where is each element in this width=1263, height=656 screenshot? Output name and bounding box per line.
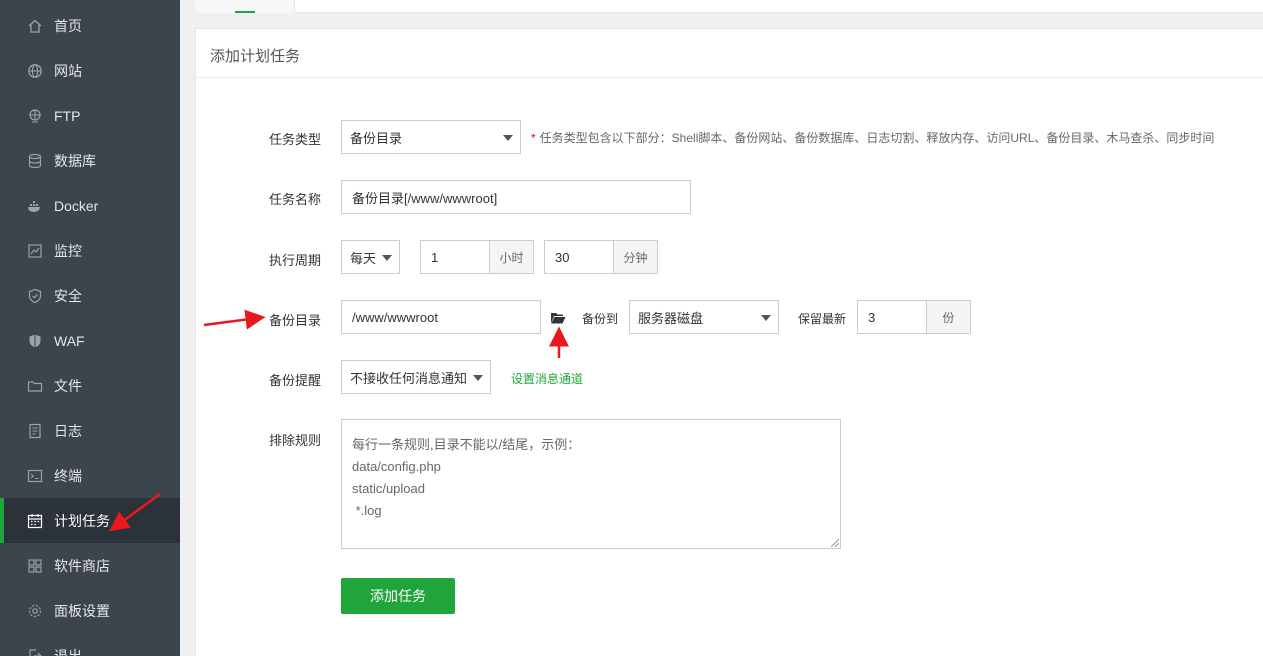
globe-icon — [26, 62, 44, 80]
sidebar-item-label: 安全 — [54, 287, 82, 304]
sidebar-item-monitor[interactable]: 监控 — [0, 228, 180, 273]
shield-icon — [26, 287, 44, 305]
grid-icon — [26, 557, 44, 575]
task-type-label: 任务类型 — [269, 132, 322, 147]
backup-dir-value: /www/wwwroot — [352, 309, 438, 325]
notify-value: 不接收任何消息通知 — [350, 370, 468, 386]
sidebar-item-files[interactable]: 文件 — [0, 363, 180, 408]
chevron-down-icon — [503, 135, 513, 141]
sidebar-item-store[interactable]: 软件商店 — [0, 543, 180, 588]
sidebar-item-ftp[interactable]: FTP — [0, 93, 180, 138]
required-mark: * — [531, 131, 536, 145]
exclude-label: 排除规则 — [269, 433, 322, 448]
sidebar-item-label: 软件商店 — [54, 557, 110, 574]
ftp-icon — [26, 107, 44, 125]
monitor-icon — [26, 242, 44, 260]
task-type-hint-text: 任务类型包含以下部分：Shell脚本、备份网站、备份数据库、日志切割、释放内存、… — [539, 131, 1215, 145]
task-name-value: 备份目录[/www/wwwroot] — [352, 190, 498, 206]
chevron-down-icon — [473, 375, 483, 381]
hour-input[interactable]: 1 — [420, 240, 490, 274]
sidebar-item-home[interactable]: 首页 — [0, 3, 180, 48]
sidebar-item-label: FTP — [54, 107, 81, 124]
hour-value: 1 — [431, 249, 439, 265]
task-name-input[interactable]: 备份目录[/www/wwwroot] — [341, 180, 691, 214]
backup-dir-label: 备份目录 — [269, 313, 322, 328]
sidebar-item-website[interactable]: 网站 — [0, 48, 180, 93]
top-tab[interactable] — [195, 0, 295, 13]
logout-icon — [26, 647, 44, 656]
backup-to-value: 服务器磁盘 — [638, 310, 704, 326]
keep-latest-label: 保留最新 — [798, 312, 847, 326]
sidebar-item-waf[interactable]: WAF — [0, 318, 180, 363]
sidebar-item-cron[interactable]: 计划任务 — [0, 498, 180, 543]
sidebar-item-label: 面板设置 — [54, 602, 110, 619]
task-type-value: 备份目录 — [350, 130, 403, 146]
sidebar-item-terminal[interactable]: 终端 — [0, 453, 180, 498]
sidebar-item-label: 网站 — [54, 62, 82, 79]
docker-icon — [26, 197, 44, 215]
cycle-period-value: 每天 — [350, 250, 377, 266]
backup-to-select[interactable]: 服务器磁盘 — [629, 300, 779, 334]
sidebar-item-label: 日志 — [54, 422, 82, 439]
log-icon — [26, 422, 44, 440]
gear-icon — [26, 602, 44, 620]
sidebar-item-logs[interactable]: 日志 — [0, 408, 180, 453]
sidebar-item-security[interactable]: 安全 — [0, 273, 180, 318]
minute-input[interactable]: 30 — [544, 240, 614, 274]
notify-select[interactable]: 不接收任何消息通知 — [341, 360, 491, 394]
calendar-icon — [26, 512, 44, 530]
sidebar-item-label: WAF — [54, 332, 85, 349]
exclude-rules-textarea[interactable]: 每行一条规则,目录不能以/结尾，示例： data/config.php stat… — [341, 419, 841, 549]
sidebar-item-label: 文件 — [54, 377, 82, 394]
sidebar-item-settings[interactable]: 面板设置 — [0, 588, 180, 633]
sidebar-item-label: 数据库 — [54, 152, 96, 169]
add-task-button[interactable]: 添加任务 — [341, 578, 455, 614]
placeholder-line: *.log — [352, 503, 382, 518]
placeholder-line: static/upload — [352, 481, 425, 496]
add-cron-task-card: 添加计划任务 任务类型 备份目录 * 任务类型包含以下部分：Shell脚本、备份网… — [195, 28, 1263, 656]
sidebar-item-database[interactable]: 数据库 — [0, 138, 180, 183]
minute-value: 30 — [555, 249, 570, 265]
sidebar-item-label: 首页 — [54, 17, 82, 34]
top-panel — [195, 0, 1263, 13]
terminal-icon — [26, 467, 44, 485]
placeholder-line: 每行一条规则,目录不能以/结尾，示例： — [352, 437, 581, 452]
keep-unit: 份 — [927, 300, 971, 334]
task-type-select[interactable]: 备份目录 — [341, 120, 521, 154]
minute-unit: 分钟 — [614, 240, 658, 274]
keep-count-value: 3 — [868, 309, 876, 325]
sidebar-item-logout[interactable]: 退出 — [0, 633, 180, 656]
sidebar: 首页 网站 FTP 数据库 Docker 监控 安全 WAF 文件 日志 终端 — [0, 0, 180, 656]
hour-unit: 小时 — [490, 240, 534, 274]
backup-to-label: 备份到 — [582, 312, 619, 326]
card-title: 添加计划任务 — [210, 48, 301, 65]
folder-open-icon[interactable] — [550, 310, 566, 326]
chevron-down-icon — [761, 315, 771, 321]
sidebar-item-label: 退出 — [54, 647, 82, 656]
message-channel-link[interactable]: 设置消息通道 — [511, 370, 583, 387]
chevron-down-icon — [382, 255, 392, 261]
resize-handle[interactable] — [831, 539, 839, 547]
cycle-period-select[interactable]: 每天 — [341, 240, 400, 274]
notify-label: 备份提醒 — [269, 373, 322, 388]
sidebar-item-label: 终端 — [54, 467, 82, 484]
waf-shield-icon — [26, 332, 44, 350]
backup-dir-input[interactable]: /www/wwwroot — [341, 300, 541, 334]
sidebar-item-label: 监控 — [54, 242, 82, 259]
cycle-label: 执行周期 — [269, 253, 322, 268]
placeholder-line: data/config.php — [352, 459, 441, 474]
sidebar-item-docker[interactable]: Docker — [0, 183, 180, 228]
home-icon — [26, 17, 44, 35]
sidebar-item-label: 计划任务 — [54, 512, 110, 529]
keep-count-input[interactable]: 3 — [857, 300, 927, 334]
divider — [196, 77, 1263, 78]
database-icon — [26, 152, 44, 170]
task-type-hint: * 任务类型包含以下部分：Shell脚本、备份网站、备份数据库、日志切割、释放内存… — [531, 129, 1214, 146]
task-name-label: 任务名称 — [269, 192, 322, 207]
sidebar-item-label: Docker — [54, 197, 99, 214]
folder-icon — [26, 377, 44, 395]
